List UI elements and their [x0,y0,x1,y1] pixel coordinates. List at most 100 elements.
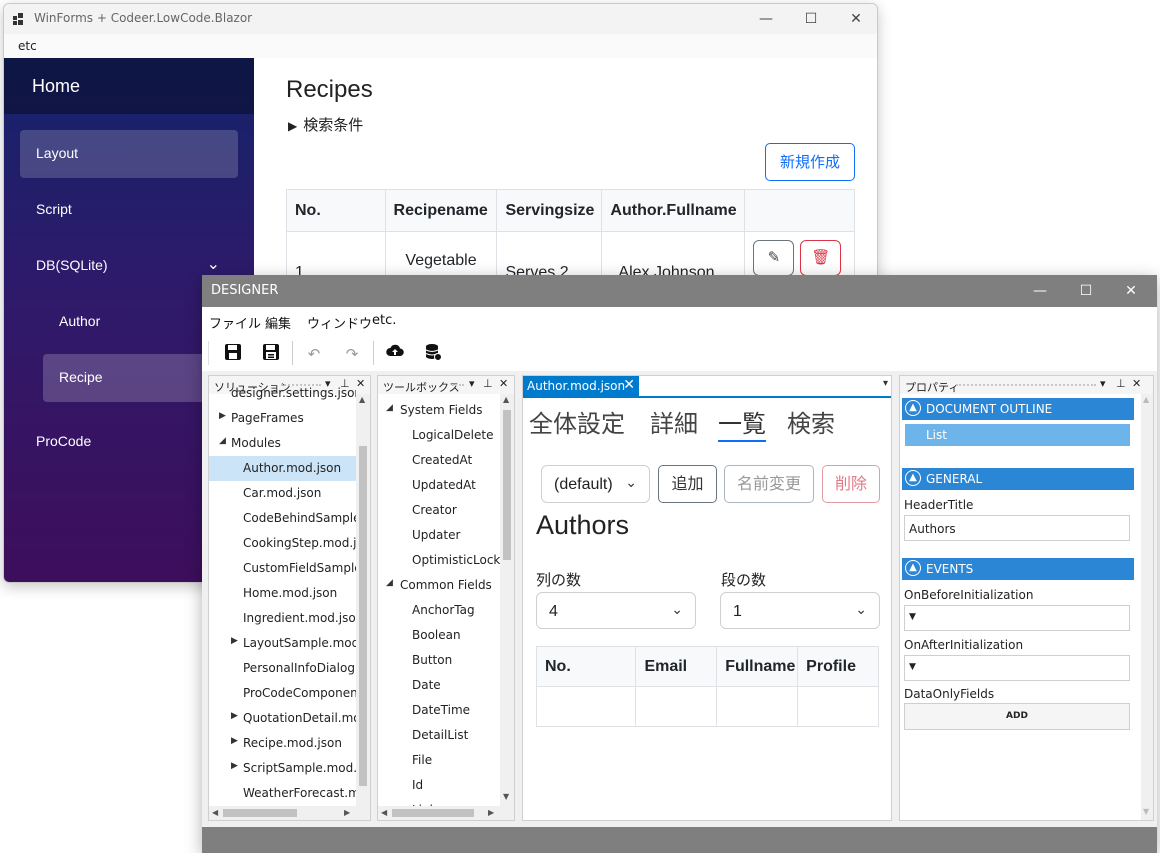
search-conditions-toggle[interactable]: ▶ 検索条件 [288,114,363,135]
sidebar-home-link[interactable]: Home [32,76,80,97]
scroll-left-arrow[interactable]: ◀ [212,808,218,817]
toolbox-item[interactable]: DetailList [378,723,500,748]
pane-dropdown-icon[interactable]: ▾ [469,377,475,390]
scrollbar-thumb[interactable] [223,809,297,817]
vertical-scrollbar[interactable]: ▲ ▼ [500,394,514,806]
vertical-scrollbar[interactable]: ▲ [356,394,370,806]
solution-tree-item[interactable]: ▶ QuotationDetail.mod.json [209,706,356,731]
close-icon[interactable]: ✕ [623,377,635,393]
toolbox-item[interactable]: Boolean [378,623,500,648]
scroll-right-arrow[interactable]: ▶ [488,808,494,817]
solution-tree-item[interactable]: CodeBehindSample.mod.json [209,506,356,531]
sidebar-item-layout[interactable]: Layout [20,130,238,178]
toolbox-item[interactable]: LogicalDelete [378,423,500,448]
scrollbar-thumb[interactable] [503,410,511,560]
toolbox-item[interactable]: CreatedAt [378,448,500,473]
toolbox-item[interactable]: DateTime [378,698,500,723]
toolbox-item[interactable]: Date [378,673,500,698]
save-icon[interactable] [222,343,244,365]
layout-select[interactable]: (default) ⌄ [541,465,650,503]
tab-search[interactable]: 検索 [787,404,835,439]
toolbox-item[interactable]: Id [378,773,500,798]
scroll-right-arrow[interactable]: ▶ [344,808,350,817]
scroll-up-arrow[interactable]: ▲ [359,395,365,404]
pane-dropdown-icon[interactable]: ▾ [1100,377,1106,390]
maximize-button[interactable]: ☐ [789,4,833,34]
menu-etc[interactable]: etc. [372,313,396,328]
toolbox-item[interactable]: Creator [378,498,500,523]
solution-tree-item[interactable]: ▶ LayoutSample.mod.json [209,631,356,656]
solution-tree-item[interactable]: Author.mod.json [209,456,356,481]
new-button[interactable]: 新規作成 [765,143,855,181]
document-dropdown-icon[interactable]: ▾ [883,378,888,389]
toolbox-item[interactable]: Updater [378,523,500,548]
toolbox-item[interactable]: AnchorTag [378,598,500,623]
before-init-combo[interactable]: ▼ [904,605,1130,631]
column-header[interactable]: Fullname [716,646,799,687]
horizontal-scrollbar[interactable]: ◀ ▶ [378,806,514,820]
pane-close-icon[interactable]: ✕ [499,377,508,390]
scroll-up-arrow[interactable]: ▲ [503,395,509,404]
column-header[interactable]: Author.Fullname [601,189,746,232]
solution-tree-item[interactable]: Car.mod.json [209,481,356,506]
delete-button[interactable]: 削除 [822,465,880,503]
minimize-button[interactable]: — [744,4,788,34]
minimize-button[interactable]: — [1018,275,1062,307]
tab-detail[interactable]: 詳細 [650,404,698,439]
scroll-left-arrow[interactable]: ◀ [381,808,387,817]
rows-select[interactable]: 1 ⌄ [720,592,880,629]
toolbox-group[interactable]: ◢ Common Fields [378,573,500,598]
undo-icon[interactable]: ↶ [303,343,325,365]
tab-list[interactable]: 一覧 [718,404,766,442]
solution-tree-item[interactable]: ▶ PageFrames [209,406,356,431]
column-header[interactable]: Profile [797,646,879,687]
database-sync-icon[interactable] [422,343,444,365]
toolbox-item[interactable]: OptimisticLocking [378,548,500,573]
solution-tree-item[interactable]: designer.settings.json [209,381,356,406]
vertical-scrollbar[interactable]: ▲ ▼ [1141,394,1153,820]
solution-tree-item[interactable]: PersonalInfoDialog.mod.json [209,656,356,681]
expand-arrow-icon[interactable]: ▶ [231,761,238,771]
document-outline-header[interactable]: ▲ DOCUMENT OUTLINE [902,398,1134,420]
menu-window[interactable]: ウィンドウ [307,313,372,332]
solution-tree-item[interactable]: Ingredient.mod.json [209,606,356,631]
tab-general-settings[interactable]: 全体設定 [529,404,625,439]
pane-close-icon[interactable]: ✕ [1132,377,1141,390]
redo-icon[interactable]: ↷ [341,343,363,365]
toolbox-item[interactable]: Button [378,648,500,673]
horizontal-scrollbar[interactable]: ◀ ▶ [209,806,370,820]
pin-icon[interactable]: ⊥ [1116,377,1126,390]
menu-file[interactable]: ファイル [209,313,261,332]
cloud-upload-icon[interactable] [384,343,406,365]
collapse-arrow-icon[interactable]: ◢ [219,436,226,446]
general-header[interactable]: ▲ GENERAL [902,468,1134,490]
toolbox-item[interactable]: UpdatedAt [378,473,500,498]
expand-arrow-icon[interactable]: ▶ [231,736,238,746]
expand-arrow-icon[interactable]: ▶ [231,711,238,721]
collapse-arrow-icon[interactable]: ◢ [386,578,393,588]
scroll-down-arrow[interactable]: ▼ [1143,807,1149,816]
table-row[interactable] [535,686,879,727]
solution-tree-item[interactable]: Home.mod.json [209,581,356,606]
column-header[interactable]: Email [635,646,718,687]
save-all-icon[interactable] [260,343,282,365]
outline-item-list[interactable]: List [905,424,1130,446]
solution-tree-item[interactable]: CustomFieldSample.mod.json [209,556,356,581]
rename-button[interactable]: 名前変更 [724,465,814,503]
add-data-only-field-button[interactable]: ADD [904,703,1130,730]
pane-close-icon[interactable]: ✕ [356,377,365,390]
solution-tree-item[interactable]: ▶ Recipe.mod.json [209,731,356,756]
scroll-down-arrow[interactable]: ▼ [503,792,509,801]
solution-tree-item[interactable]: ◢ Modules [209,431,356,456]
collapse-arrow-icon[interactable]: ◢ [386,403,393,413]
toolbox-item[interactable]: File [378,748,500,773]
scroll-up-arrow[interactable]: ▲ [1143,395,1149,404]
document-tab[interactable]: Author.mod.json ✕ [523,376,639,396]
solution-tree-item[interactable]: ▶ ScriptSample.mod.json [209,756,356,781]
header-title-field[interactable]: Authors [904,515,1130,541]
close-button[interactable]: ✕ [1109,275,1153,307]
delete-button[interactable]: 🗑 [800,240,842,276]
column-header[interactable]: No. [535,646,637,687]
pin-icon[interactable]: ⊥ [483,377,493,390]
solution-tree-item[interactable]: WeatherForecast.mod.json [209,781,356,806]
